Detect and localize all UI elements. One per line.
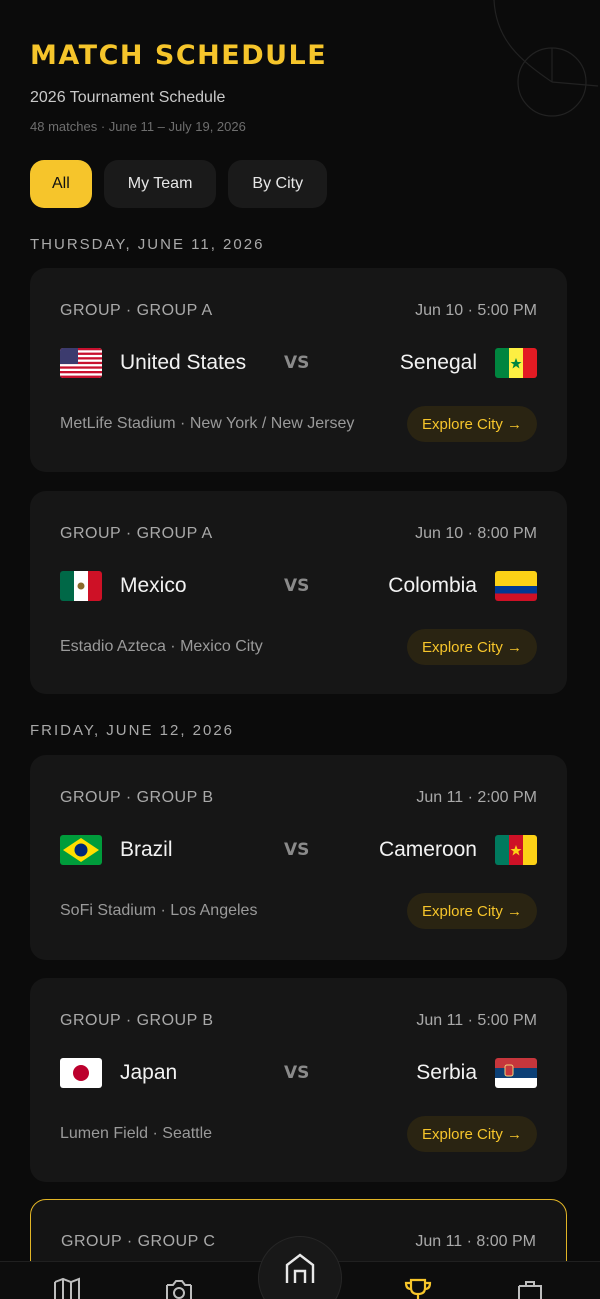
match-card[interactable]: GROUP · GROUP A Jun 10 · 5:00 PM United … <box>30 268 567 472</box>
page-title: MATCH SCHEDULE <box>30 40 328 71</box>
match-group: GROUP · GROUP B <box>60 1012 214 1029</box>
match-time: Jun 10 · 5:00 PM <box>415 302 537 319</box>
match-card[interactable]: GROUP · GROUP B Jun 11 · 2:00 PM Brazil … <box>30 755 567 960</box>
day-heading: FRIDAY, JUNE 12, 2026 <box>30 722 235 739</box>
match-venue: Lumen Field · Seattle <box>60 1125 213 1142</box>
map-icon[interactable] <box>52 1276 82 1299</box>
decorative-ball-outline <box>493 0 599 117</box>
explore-city-button[interactable]: Explore City → <box>406 1116 537 1152</box>
cameroon-flag-icon <box>495 835 537 865</box>
vs-label: VS <box>284 353 310 373</box>
filter-all-tab[interactable]: All <box>30 160 92 208</box>
home-team-name: Japan <box>120 1061 178 1084</box>
vs-label: VS <box>284 1063 310 1083</box>
away-team-name: Senegal <box>399 351 477 374</box>
explore-city-button[interactable]: Explore City → <box>406 893 537 929</box>
day-heading: THURSDAY, JUNE 11, 2026 <box>30 236 265 253</box>
filter-tabs: All My Team By City <box>30 160 328 208</box>
filter-my-team-tab[interactable]: My Team <box>103 160 217 208</box>
match-venue: Estadio Azteca · Mexico City <box>60 638 263 655</box>
page-subtitle: 2026 Tournament Schedule <box>30 89 226 106</box>
away-team-name: Serbia <box>416 1061 477 1084</box>
match-venue: MetLife Stadium · New York / New Jersey <box>60 415 355 432</box>
match-time: Jun 11 · 8:00 PM <box>415 1233 536 1250</box>
colombia-flag-icon <box>495 571 537 601</box>
away-team-name: Cameroon <box>378 838 477 861</box>
schedule-meta: 48 matches · June 11 – July 19, 2026 <box>30 119 246 134</box>
match-card[interactable]: GROUP · GROUP B Jun 11 · 5:00 PM Japan V… <box>30 978 567 1182</box>
away-team-name: Colombia <box>388 574 477 597</box>
home-icon <box>285 1253 315 1283</box>
trophy-icon[interactable] <box>403 1276 433 1299</box>
match-group: GROUP · GROUP B <box>60 789 214 806</box>
mexico-flag-icon <box>60 571 102 601</box>
match-group: GROUP · GROUP A <box>60 525 213 542</box>
senegal-flag-icon <box>495 348 537 378</box>
us-flag-icon <box>60 348 102 378</box>
page-header: MATCH SCHEDULE 2026 Tournament Schedule … <box>30 40 327 134</box>
briefcase-icon[interactable] <box>515 1276 545 1299</box>
match-time: Jun 11 · 2:00 PM <box>416 789 537 806</box>
home-team-name: Brazil <box>120 838 173 861</box>
explore-city-button[interactable]: Explore City → <box>406 406 537 442</box>
match-venue: SoFi Stadium · Los Angeles <box>60 902 258 919</box>
brazil-flag-icon <box>60 835 102 865</box>
match-card[interactable]: GROUP · GROUP A Jun 10 · 8:00 PM Mexico … <box>30 491 567 694</box>
filter-by-city-tab[interactable]: By City <box>228 160 328 208</box>
serbia-flag-icon <box>495 1058 537 1088</box>
camera-icon[interactable] <box>164 1276 194 1299</box>
match-time: Jun 11 · 5:00 PM <box>416 1012 537 1029</box>
match-group: GROUP · GROUP C <box>61 1233 216 1250</box>
vs-label: VS <box>284 840 310 860</box>
home-team-name: United States <box>120 351 247 374</box>
explore-city-button[interactable]: Explore City → <box>406 629 537 665</box>
vs-label: VS <box>284 576 310 596</box>
match-time: Jun 10 · 8:00 PM <box>415 525 537 542</box>
japan-flag-icon <box>60 1058 102 1088</box>
home-team-name: Mexico <box>120 574 187 597</box>
match-group: GROUP · GROUP A <box>60 302 213 319</box>
bottom-navigation <box>0 1236 600 1299</box>
